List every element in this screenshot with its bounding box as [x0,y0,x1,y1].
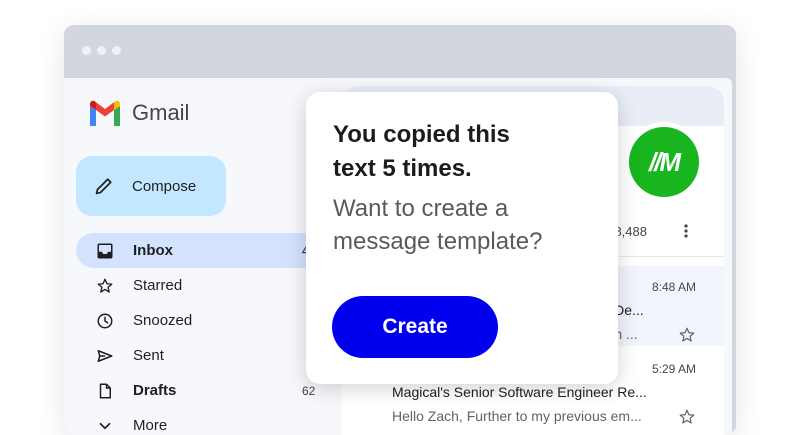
sidebar-item-inbox[interactable]: Inbox 4 [76,233,326,268]
sidebar-item-count: 62 [302,383,316,398]
window-dot[interactable] [82,46,91,55]
gmail-wordmark: Gmail [132,100,190,125]
sidebar-item-label: Drafts [133,382,177,399]
create-template-button[interactable]: Create [332,296,498,358]
popup-title-line: text 5 times. [333,155,472,182]
email-snippet: Hello Zach, Further to my previous em... [392,408,642,424]
compose-button[interactable]: Compose [76,156,226,216]
sidebar-item-label: Starred [133,277,183,294]
window-controls [82,46,121,55]
popup-question: Want to create a message template? [333,192,592,258]
sidebar-item-label: Sent [133,347,164,364]
compose-label: Compose [132,177,197,195]
pencil-icon [95,178,112,195]
send-icon [97,349,113,362]
sidebar-item-sent[interactable]: Sent [76,338,326,373]
clock-icon [97,313,113,328]
template-suggestion-popup: You copied this text 5 times. Want to cr… [306,92,618,384]
email-time: 5:29 AM [651,362,696,376]
draft-icon [99,383,111,398]
avatar[interactable]: //M [624,122,704,202]
sidebar-item-snoozed[interactable]: Snoozed [76,303,326,338]
gmail-m-icon [90,100,120,126]
more-vertical-icon[interactable] [678,223,694,239]
inbox-icon [97,243,113,258]
sidebar-item-drafts[interactable]: Drafts 62 [76,373,326,408]
popup-question-line: message template? [333,228,543,255]
avatar-logo-text: //M [648,146,681,177]
sidebar-item-label: Inbox [133,242,173,259]
email-subject: Magical's Senior Software Engineer Re... [392,384,647,400]
window-dot[interactable] [97,46,106,55]
window-dot[interactable] [112,46,121,55]
popup-title-line: You copied this [333,121,510,148]
sidebar-nav: Inbox 4 Starred Snoozed Sent [76,233,326,435]
avatar-circle: //M [629,127,699,197]
popup-title: You copied this text 5 times. [333,118,592,186]
gmail-logo[interactable]: Gmail [88,100,189,126]
email-time: 8:48 AM [651,280,696,294]
sidebar-item-starred[interactable]: Starred [76,268,326,303]
star-icon [97,278,113,293]
star-icon[interactable] [678,326,696,344]
sidebar-item-label: Snoozed [133,312,193,329]
sidebar-item-more[interactable]: More [76,408,326,435]
popup-question-line: Want to create a [333,195,509,222]
star-icon[interactable] [678,408,696,426]
